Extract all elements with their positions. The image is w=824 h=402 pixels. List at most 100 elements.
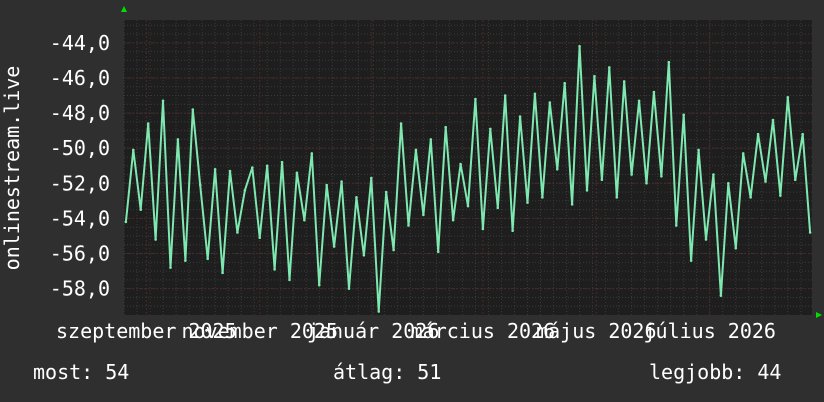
data-point [771, 118, 775, 122]
data-point [474, 97, 477, 101]
data-point [325, 183, 328, 187]
data-point [370, 176, 373, 180]
data-point [139, 208, 143, 211]
x-tick-label: május 2026 [536, 319, 656, 343]
data-point [146, 122, 150, 125]
data-point [251, 166, 254, 169]
data-point [414, 148, 418, 152]
data-point [756, 132, 760, 136]
data-point [578, 45, 581, 48]
data-point [169, 266, 172, 269]
stat-best-label: legjobb: [649, 360, 746, 384]
data-point [332, 245, 336, 248]
data-point [451, 218, 455, 222]
y-tick-labels: -44,0 -46,0 -48,0 -50,0 -52,0 -54,0 -56,0 -58,0 [50, 31, 110, 301]
data-point [444, 125, 447, 129]
data-point [317, 283, 321, 287]
data-point [526, 201, 529, 204]
data-point [622, 80, 626, 83]
y-tick-label: -50,0 [50, 136, 110, 160]
data-point [630, 173, 633, 176]
data-point [377, 310, 381, 313]
data-point [511, 229, 514, 233]
data-point [608, 66, 611, 69]
data-point [779, 194, 782, 197]
stat-best: legjobb: 44 [649, 360, 781, 384]
y-axis-arrow-icon [121, 6, 127, 12]
y-axis-label: onlinestream.live [0, 66, 24, 271]
stat-average-value: 51 [417, 360, 442, 384]
data-point [741, 152, 745, 155]
y-tick-label: -46,0 [50, 66, 110, 90]
data-point [808, 231, 812, 234]
stat-average-label: átlag: [333, 360, 406, 384]
data-point [548, 101, 552, 104]
data-point [258, 236, 262, 240]
data-point [191, 108, 195, 111]
data-point [466, 204, 470, 208]
data-point [280, 160, 284, 164]
y-tick-label: -56,0 [50, 242, 110, 266]
data-point [712, 173, 715, 176]
x-axis-arrow-icon [816, 312, 822, 318]
data-point [600, 178, 604, 182]
data-point [593, 74, 596, 78]
data-point [176, 138, 180, 141]
chart-panel: -44,0 -46,0 -48,0 -50,0 -52,0 -54,0 -56,0 -58,0… [0, 0, 824, 402]
data-point [124, 220, 128, 224]
data-point [682, 113, 685, 117]
data-point [184, 259, 187, 262]
data-point [243, 189, 247, 192]
data-point [496, 206, 500, 210]
data-point [749, 196, 752, 199]
data-point [459, 162, 462, 166]
data-point [704, 238, 708, 241]
data-point [340, 180, 343, 183]
data-point [660, 174, 663, 178]
y-tick-label: -58,0 [50, 277, 110, 301]
data-point [355, 196, 358, 199]
data-point [392, 248, 395, 252]
data-point [265, 164, 269, 168]
data-point [585, 189, 589, 192]
y-tick-label: -48,0 [50, 101, 110, 125]
data-point [154, 238, 157, 241]
data-point [489, 127, 492, 131]
data-point [697, 148, 700, 152]
data-point [236, 231, 239, 234]
data-point [429, 138, 433, 141]
data-point [228, 169, 232, 173]
data-point [727, 182, 730, 185]
data-point [645, 182, 648, 185]
data-point [533, 92, 537, 96]
plot-area [124, 20, 812, 315]
stat-current-label: most: [33, 360, 94, 384]
x-tick-labels: szeptember 2025november 2025január 2026m… [56, 319, 776, 343]
data-point [674, 224, 678, 227]
data-point [801, 132, 805, 136]
data-point [786, 95, 790, 99]
data-point [206, 257, 209, 261]
data-point [310, 152, 314, 155]
data-point [503, 94, 507, 97]
data-point [436, 250, 440, 254]
x-tick-label: július 2026 [644, 319, 776, 343]
data-point [213, 167, 217, 171]
data-point [719, 294, 723, 297]
data-point [347, 287, 351, 290]
stat-best-value: 44 [757, 360, 782, 384]
data-point [764, 180, 767, 183]
data-point [422, 213, 425, 217]
data-point [407, 224, 410, 227]
data-point [518, 115, 522, 118]
data-point [399, 122, 403, 125]
data-point [652, 90, 656, 94]
data-point [198, 183, 202, 187]
x-tick-label: március 2026 [411, 319, 556, 343]
data-point [303, 218, 306, 222]
data-point [570, 203, 574, 206]
data-point [541, 196, 544, 199]
stat-current-value: 54 [105, 360, 130, 384]
data-point [273, 268, 276, 271]
data-point [734, 246, 738, 250]
